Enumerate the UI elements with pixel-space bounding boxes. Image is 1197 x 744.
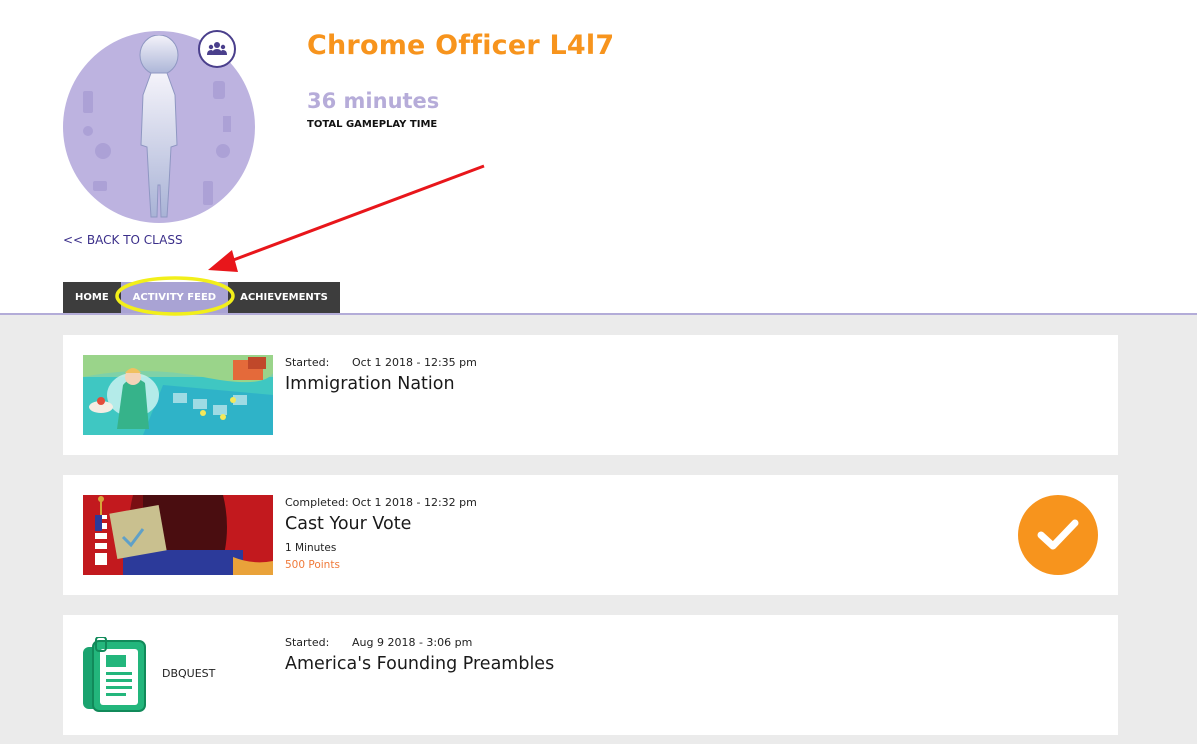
feed-date: Aug 9 2018 - 3:06 pm [352,636,473,649]
feed-date: Oct 1 2018 - 12:35 pm [352,356,477,369]
profile-header: << BACK TO CLASS Chrome Officer L4l7 36 … [0,0,1197,323]
feed-item-meta: Completed: Oct 1 2018 - 12:32 pm [285,496,477,509]
back-to-class-link[interactable]: << BACK TO CLASS [63,233,183,247]
completed-badge [1018,495,1098,575]
immigration-nation-thumbnail [83,355,273,435]
activity-feed: Started: Oct 1 2018 - 12:35 pm Immigratio… [0,315,1197,744]
feed-item-title[interactable]: Immigration Nation [285,374,455,394]
feed-item-points: 500 Points [285,559,340,571]
profile-tabs: HOME ACTIVITY FEED ACHIEVEMENTS [63,282,340,323]
feed-item-type: DBQUEST [162,667,216,680]
avatar-silhouette [139,35,179,218]
feed-item[interactable]: Completed: Oct 1 2018 - 12:32 pm Cast You… [63,475,1118,595]
player-name: Chrome Officer L4l7 [307,30,615,61]
gameplay-time-label: TOTAL GAMEPLAY TIME [307,119,438,130]
feed-item-minutes: 1 Minutes [285,542,337,554]
feed-item-title[interactable]: Cast Your Vote [285,514,411,534]
feed-item-title[interactable]: America's Founding Preambles [285,654,554,674]
feed-status-label: Completed: [285,496,349,509]
checkmark-icon [1037,519,1079,550]
tab-home[interactable]: HOME [63,282,121,313]
tab-activity-feed[interactable]: ACTIVITY FEED [120,282,229,323]
group-icon [207,42,227,55]
feed-item-meta: Started: Aug 9 2018 - 3:06 pm [285,636,472,649]
feed-status-label: Started: [285,356,330,369]
cast-your-vote-thumbnail [83,495,273,575]
feed-status-label: Started: [285,636,330,649]
tab-achievements[interactable]: ACHIEVEMENTS [228,282,340,313]
feed-item-meta: Started: Oct 1 2018 - 12:35 pm [285,356,477,369]
feed-date: Oct 1 2018 - 12:32 pm [352,496,477,509]
dbquest-document-icon [83,636,147,713]
feed-item[interactable]: Started: Oct 1 2018 - 12:35 pm Immigratio… [63,335,1118,455]
feed-item[interactable]: DBQUEST Started: Aug 9 2018 - 3:06 pm Ame… [63,615,1118,735]
group-button[interactable] [198,30,236,68]
gameplay-time-value: 36 minutes [307,89,440,113]
